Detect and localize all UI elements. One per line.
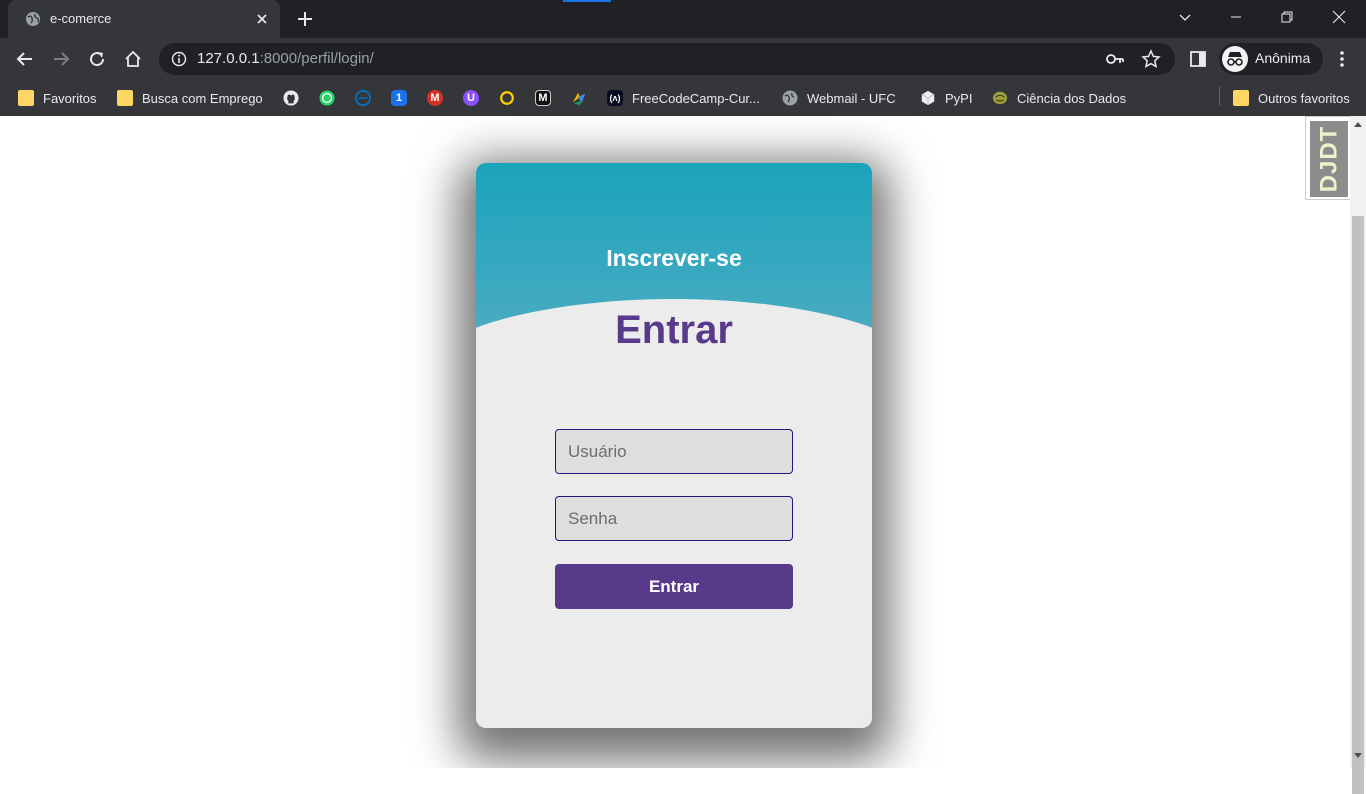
globe-icon: [26, 12, 40, 26]
bookmark-pypi[interactable]: PyPI: [920, 86, 972, 110]
incognito-icon: [1222, 46, 1248, 72]
bookmark-whatsapp[interactable]: [319, 86, 344, 110]
browser-tab[interactable]: e-comerce: [8, 0, 280, 38]
username-input[interactable]: [555, 429, 793, 474]
bookmark-favoritos[interactable]: Favoritos: [18, 86, 96, 110]
colorful-icon: [572, 92, 586, 106]
password-input[interactable]: [555, 496, 793, 541]
bookmark-github[interactable]: [283, 86, 308, 110]
bookmark-label: FreeCodeCamp-Cur...: [632, 90, 760, 106]
back-arrow-icon[interactable]: [13, 47, 37, 71]
scroll-thumb[interactable]: [1352, 216, 1364, 794]
minimize-icon[interactable]: [1213, 0, 1259, 34]
folder-icon: [1233, 90, 1249, 106]
scroll-down-arrow-icon[interactable]: [1354, 753, 1362, 758]
login-title: Entrar: [615, 308, 733, 352]
page-scrollbar[interactable]: [1350, 116, 1366, 794]
profile-label: Anônima: [1255, 50, 1311, 66]
title-bar: e-comerce: [0, 0, 1366, 38]
bookmark-label: PyPI: [945, 90, 973, 106]
bookmark-webmail-ufc[interactable]: Webmail - UFC: [782, 86, 896, 110]
brain-icon: [992, 91, 1008, 105]
bookmark-gmail[interactable]: M: [427, 86, 452, 110]
url-host: 127.0.0.1: [197, 50, 260, 67]
bookmark-star-icon[interactable]: [1141, 49, 1161, 69]
bookmarks-bar: Favoritos Busca com Emprego 1 M U M (ʌ) …: [0, 80, 1366, 116]
tab-search-chevron-icon[interactable]: [1162, 0, 1208, 34]
github-icon: [283, 90, 299, 106]
reload-icon[interactable]: [85, 47, 109, 71]
bookmark-calendar[interactable]: 1: [391, 86, 416, 110]
bookmark-label: Favoritos: [43, 90, 97, 106]
login-card: Inscrever-se Entrar Entrar: [476, 163, 872, 728]
folder-icon: [117, 90, 133, 106]
key-icon[interactable]: [1105, 50, 1125, 68]
info-icon[interactable]: [171, 51, 187, 67]
url-text: 127.0.0.1:8000/perfil/login/: [197, 50, 374, 67]
proton-icon: U: [463, 90, 479, 106]
url-path: :8000/perfil/login/: [259, 50, 374, 67]
ring-icon: [500, 91, 514, 105]
bookmark-freecodecamp[interactable]: (ʌ) FreeCodeCamp-Cur...: [607, 86, 760, 110]
whatsapp-icon: [319, 90, 335, 106]
folder-icon: [18, 90, 34, 106]
browser-toolbar: 127.0.0.1:8000/perfil/login/ Anônima: [0, 38, 1366, 80]
bookmark-label: Ciência dos Dados: [1017, 90, 1127, 106]
page-viewport: Inscrever-se Entrar Entrar: [0, 116, 1350, 768]
close-window-icon[interactable]: [1316, 0, 1362, 34]
bookmark-busca-com-emprego[interactable]: Busca com Emprego: [117, 86, 263, 110]
freecodecamp-icon: (ʌ): [607, 90, 623, 106]
home-icon[interactable]: [121, 47, 145, 71]
djdt-toolbar-handle[interactable]: DJDT: [1305, 116, 1350, 200]
pypi-icon: [921, 90, 935, 106]
djdt-label: DJDT: [1315, 125, 1343, 193]
side-panel-icon[interactable]: [1186, 47, 1210, 71]
bookmark-proton[interactable]: U: [463, 86, 488, 110]
djdt-logo: DJDT: [1310, 121, 1348, 197]
login-button[interactable]: Entrar: [555, 564, 793, 609]
menu-dots-icon[interactable]: [1330, 47, 1354, 71]
forward-arrow-icon[interactable]: [49, 47, 73, 71]
address-bar[interactable]: 127.0.0.1:8000/perfil/login/: [159, 43, 1175, 75]
bookmark-ciencia-dos-dados[interactable]: Ciência dos Dados: [992, 86, 1126, 110]
signup-link[interactable]: Inscrever-se: [476, 245, 872, 272]
bookmark-label: Busca com Emprego: [142, 90, 263, 106]
bookmark-label: Outros favoritos: [1258, 90, 1350, 106]
bookmark-label: Webmail - UFC: [807, 90, 896, 106]
profile-button[interactable]: Anônima: [1219, 43, 1323, 75]
restore-icon[interactable]: [1264, 0, 1310, 34]
gmail-icon: M: [427, 90, 443, 106]
bookmark-colorful[interactable]: [571, 86, 596, 110]
dell-icon: [355, 90, 371, 106]
scroll-up-arrow-icon[interactable]: [1354, 122, 1362, 127]
bookmark-dell[interactable]: [355, 86, 380, 110]
close-tab-icon[interactable]: [252, 9, 272, 29]
bookmark-outros-favoritos[interactable]: Outros favoritos: [1233, 86, 1350, 110]
calendar-icon: 1: [391, 90, 407, 106]
tab-indicator: [563, 0, 611, 2]
medium-icon: M: [535, 90, 551, 106]
tab-title: e-comerce: [50, 11, 112, 26]
globe-icon: [782, 90, 798, 106]
bookmark-medium[interactable]: M: [535, 86, 560, 110]
new-tab-plus-icon[interactable]: [294, 8, 316, 30]
bookmarks-separator: [1219, 86, 1220, 106]
bookmark-ring[interactable]: [499, 86, 524, 110]
